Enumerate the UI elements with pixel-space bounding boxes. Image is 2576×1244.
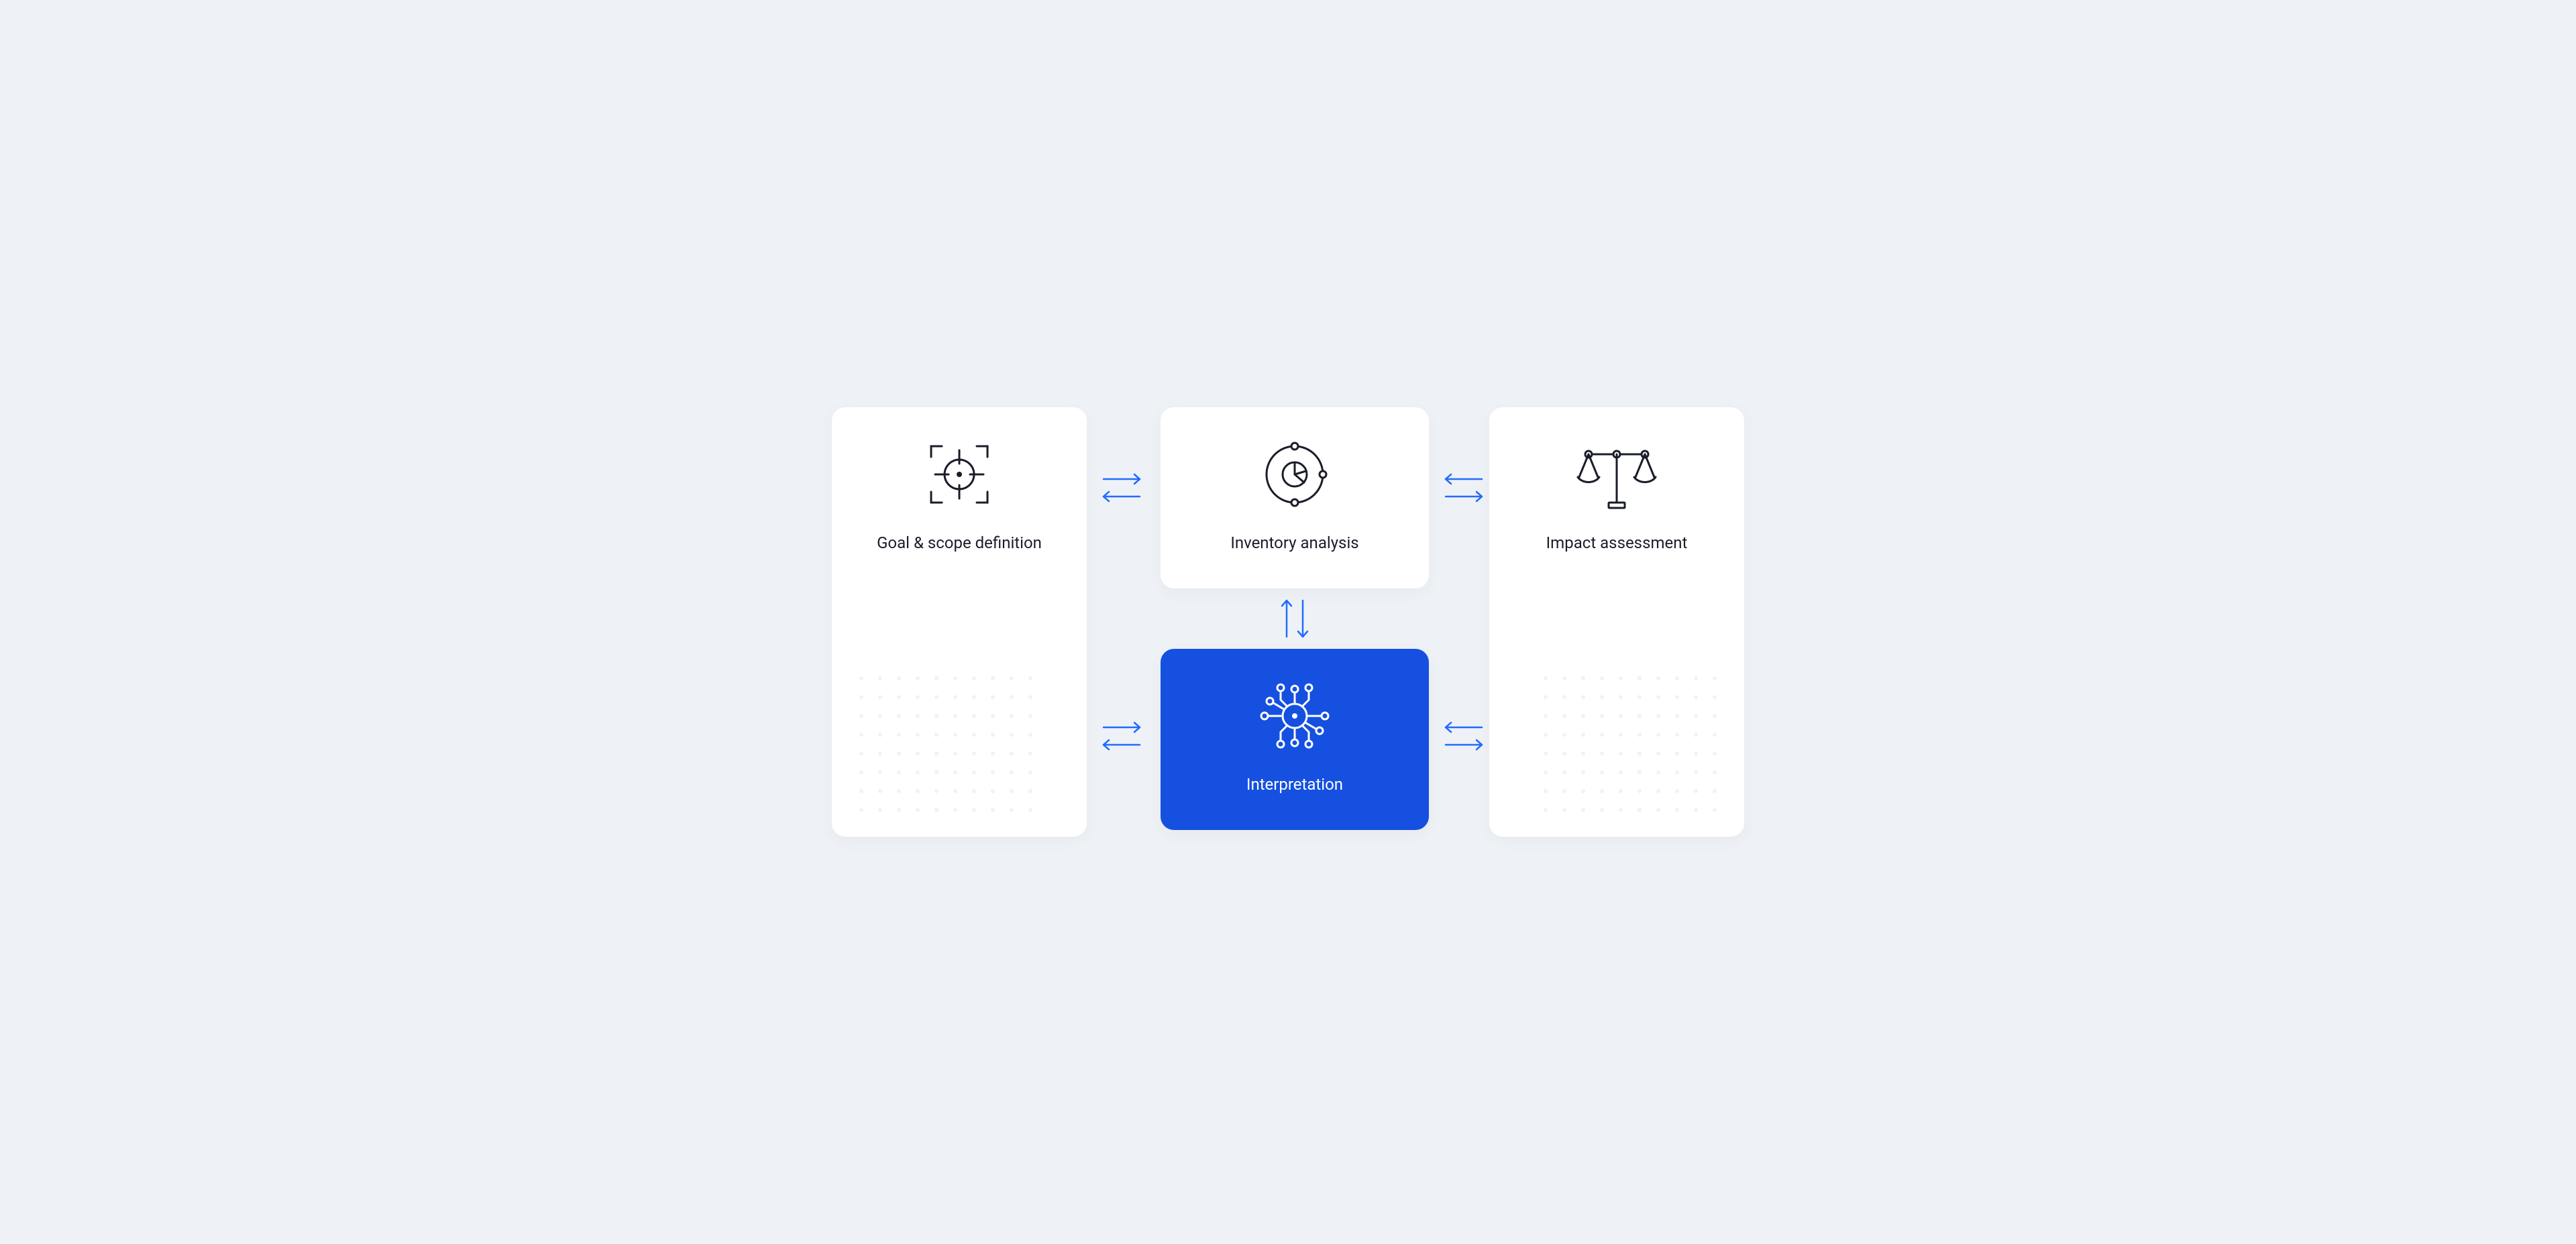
- bidirectional-arrow-icon: [1275, 592, 1315, 645]
- card-interpretation: Interpretation: [1161, 649, 1429, 830]
- card-impact-assessment: Impact assessment: [1489, 407, 1744, 837]
- card-impact-label: Impact assessment: [1546, 533, 1688, 552]
- card-goal-label: Goal & scope definition: [877, 533, 1042, 552]
- card-inventory-label: Inventory analysis: [1230, 533, 1358, 552]
- card-interpretation-label: Interpretation: [1246, 775, 1343, 794]
- bidirectional-arrow-icon: [1437, 716, 1491, 756]
- bidirectional-arrow-icon: [1095, 716, 1148, 756]
- bidirectional-arrow-icon: [1095, 468, 1148, 508]
- target-icon: [919, 434, 1000, 515]
- card-goal-scope: Goal & scope definition: [832, 407, 1087, 837]
- decorative-dots: [852, 669, 1040, 817]
- bidirectional-arrow-icon: [1437, 468, 1491, 508]
- network-chip-icon: [1251, 676, 1338, 756]
- decorative-dots: [1536, 669, 1724, 817]
- card-inventory-analysis: Inventory analysis: [1161, 407, 1429, 588]
- scales-icon: [1570, 434, 1664, 515]
- analytics-orbit-icon: [1254, 434, 1335, 515]
- lca-diagram: Goal & scope definition Invento: [785, 380, 1791, 864]
